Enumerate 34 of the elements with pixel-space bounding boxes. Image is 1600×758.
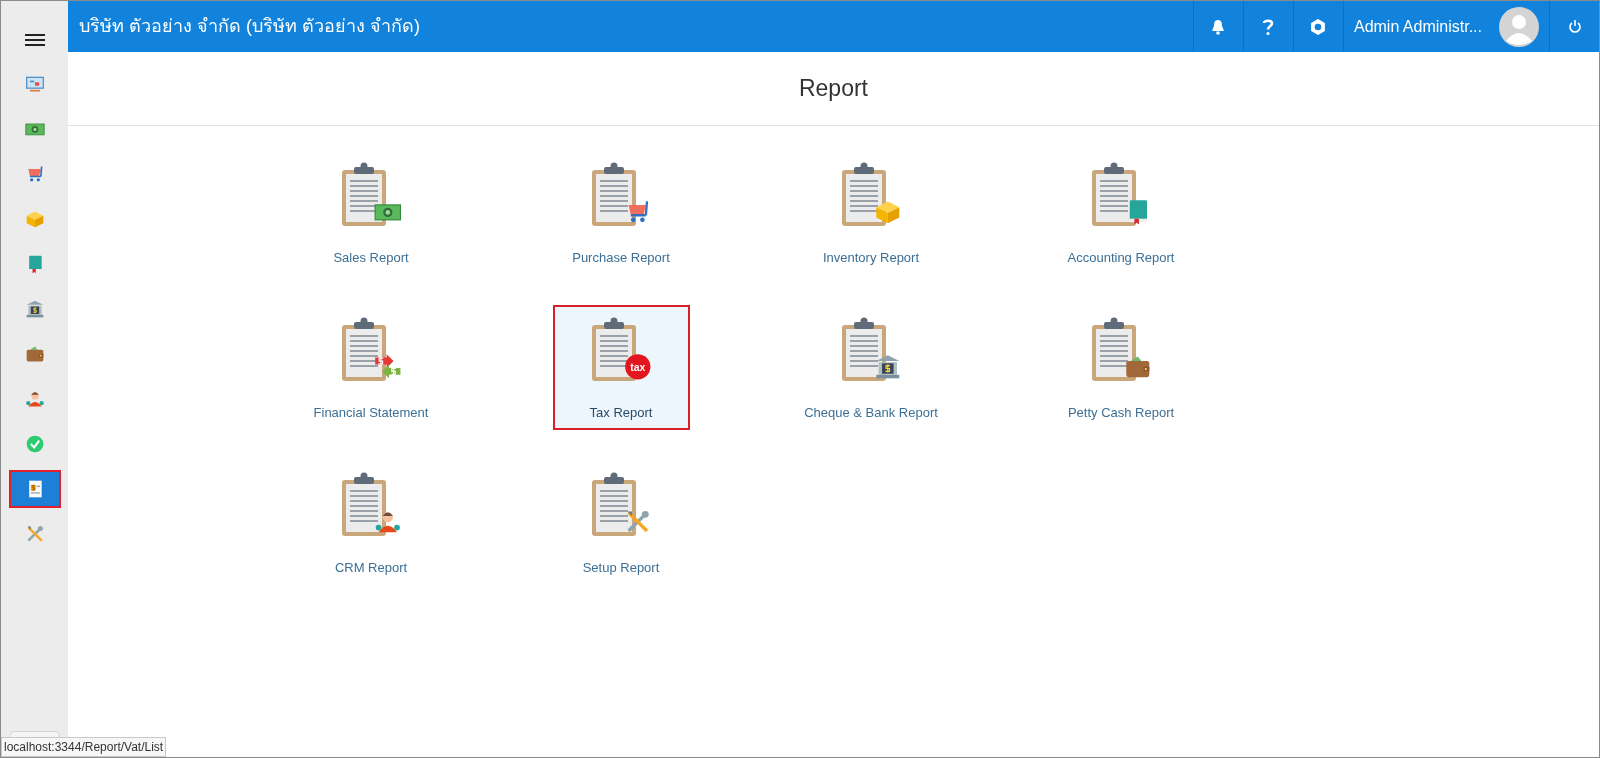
menu-button[interactable] [24, 32, 45, 48]
settings-icon [1309, 17, 1328, 36]
user-menu[interactable]: Admin Administr... [1342, 1, 1549, 52]
clipboard-icon [840, 162, 902, 228]
report-tile[interactable]: Sales Report [302, 150, 440, 275]
report-tile[interactable]: Cheque & Bank Report [802, 305, 940, 430]
report-tile[interactable]: Financial Statement [302, 305, 440, 430]
report-tile[interactable]: Petty Cash Report [1052, 305, 1190, 430]
wallet-icon [24, 344, 45, 364]
status-url-tooltip: localhost:3344/Report/Vat/List [1, 737, 167, 757]
help-icon [1262, 17, 1275, 36]
clipboard-icon [590, 472, 652, 538]
company-name: บริษัท ตัวอย่าง จำกัด (บริษัท ตัวอย่าง จำกัด) [78, 15, 421, 38]
sidebar-item[interactable] [8, 470, 61, 508]
report-tile[interactable]: CRM Report [302, 460, 440, 585]
monitor-icon [24, 74, 45, 94]
clipboard-icon [1090, 317, 1152, 383]
avatar-icon [1499, 6, 1539, 47]
people-icon [24, 389, 45, 409]
report-tile[interactable]: Purchase Report [552, 150, 690, 275]
bank-icon [24, 299, 45, 319]
clipboard-icon [340, 162, 402, 228]
check-circle-icon [24, 434, 45, 454]
clipboard-icon [340, 317, 402, 383]
box-icon [24, 209, 45, 229]
page-title: Report [798, 74, 868, 104]
report-tile[interactable]: Setup Report [552, 460, 690, 585]
report-tile[interactable]: Accounting Report [1052, 150, 1190, 275]
clipboard-icon [840, 317, 902, 383]
report-tile[interactable]: tax Tax Report [552, 305, 690, 430]
clipboard-icon [340, 472, 402, 538]
report-tile[interactable]: Inventory Report [802, 150, 940, 275]
power-icon [1567, 18, 1582, 35]
bell-icon [1211, 18, 1226, 35]
